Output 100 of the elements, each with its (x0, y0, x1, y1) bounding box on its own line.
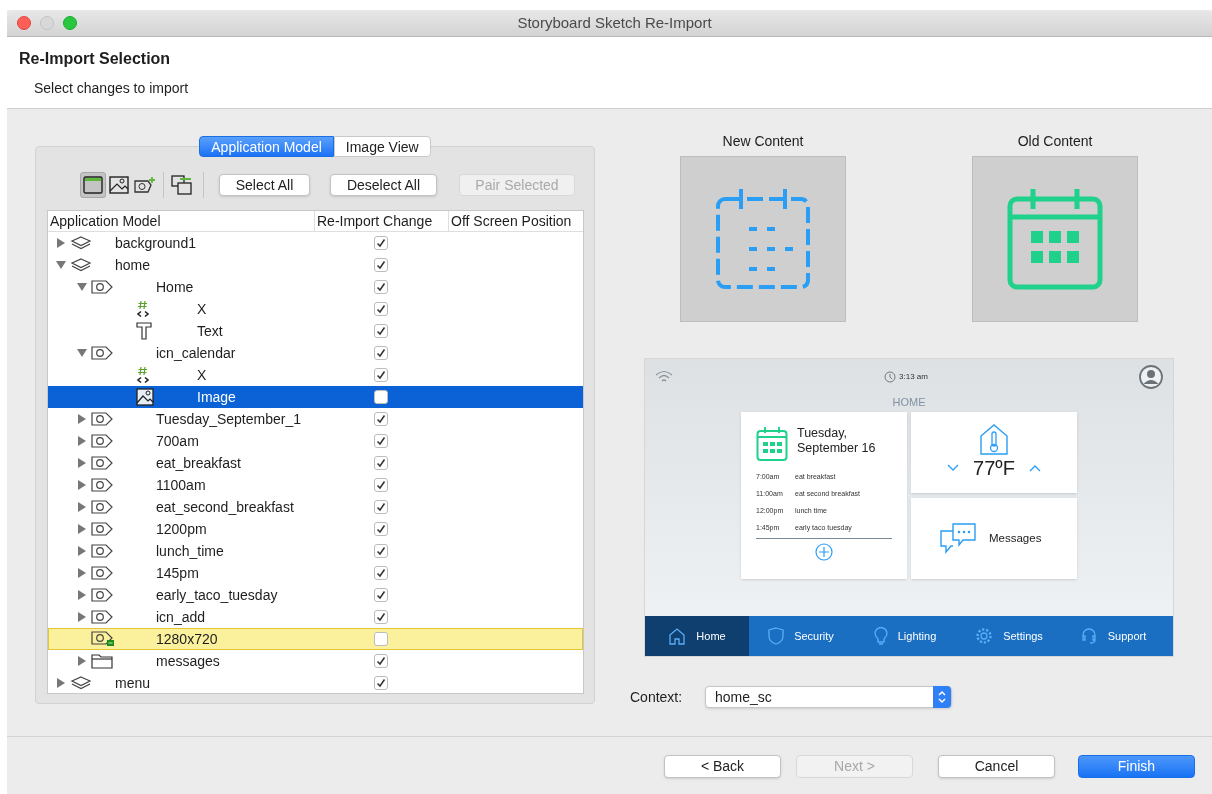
footer-button[interactable]: Cancel (938, 755, 1055, 778)
checkbox[interactable] (374, 346, 388, 360)
tree-item-label[interactable]: eat_breakfast (156, 452, 241, 474)
footer-button[interactable]: < Back (664, 755, 781, 778)
checkbox[interactable] (374, 258, 388, 272)
checkbox[interactable] (374, 654, 388, 668)
tree-item-label[interactable]: lunch_time (156, 540, 224, 562)
tree-row[interactable]: eat_second_breakfast (48, 496, 583, 518)
zoom-button[interactable] (63, 16, 77, 30)
context-dropdown[interactable]: home_sc (705, 686, 952, 708)
close-button[interactable] (17, 16, 31, 30)
nav-tab[interactable]: Support (1061, 616, 1165, 656)
tree-row[interactable]: eat_breakfast (48, 452, 583, 474)
checkbox[interactable] (374, 368, 388, 382)
collapsed-arrow-icon[interactable] (77, 656, 87, 666)
collapsed-arrow-icon[interactable] (77, 568, 87, 578)
tree-row[interactable]: background1 (48, 232, 583, 254)
checkbox[interactable] (374, 280, 388, 294)
nav-tab[interactable]: Security (749, 616, 853, 656)
nav-tab[interactable]: Settings (957, 616, 1061, 656)
tree-item-label[interactable]: background1 (115, 232, 196, 254)
tree-item-label[interactable]: 700am (156, 430, 199, 452)
checkbox[interactable] (374, 632, 388, 646)
checkbox[interactable] (374, 390, 388, 404)
expanded-arrow-icon[interactable] (77, 348, 87, 358)
tree-row[interactable]: lunch_time (48, 540, 583, 562)
tree-item-label[interactable]: icn_calendar (156, 342, 236, 364)
collapsed-arrow-icon[interactable] (77, 414, 87, 424)
checkbox[interactable] (374, 412, 388, 426)
tree-item-label[interactable]: menu (115, 672, 151, 694)
tree-item-label[interactable]: 1100am (156, 474, 206, 496)
checkbox[interactable] (374, 566, 388, 580)
collapsed-arrow-icon[interactable] (77, 612, 87, 622)
collapsed-arrow-icon[interactable] (77, 524, 87, 534)
toolbar-toggle[interactable] (169, 172, 195, 198)
tree-item-label[interactable]: 1200pm (156, 518, 207, 540)
tree-row[interactable]: icn_calendar (48, 342, 583, 364)
tree-row[interactable]: 145pm (48, 562, 583, 584)
collapsed-arrow-icon[interactable] (77, 480, 87, 490)
chevron-down-icon[interactable] (947, 464, 960, 472)
tree-item-label[interactable]: Home (156, 276, 194, 298)
footer-button[interactable]: Finish (1078, 755, 1195, 778)
tree-row[interactable]: 1200pm (48, 518, 583, 540)
checkbox[interactable] (374, 522, 388, 536)
tree-row[interactable]: Home (48, 276, 583, 298)
tree-item-label[interactable]: icn_add (156, 606, 206, 628)
tree-row[interactable]: X (48, 364, 583, 386)
view-tab[interactable]: Image View (333, 136, 431, 157)
collapsed-arrow-icon[interactable] (77, 590, 87, 600)
collapsed-arrow-icon[interactable] (77, 436, 87, 446)
tree-row[interactable]: menu (48, 672, 583, 694)
nav-tab[interactable]: Lighting (853, 616, 957, 656)
checkbox[interactable] (374, 610, 388, 624)
tree-item-label[interactable]: home (115, 254, 151, 276)
tree-row[interactable]: home (48, 254, 583, 276)
tree-row[interactable]: 1100am (48, 474, 583, 496)
checkbox[interactable] (374, 544, 388, 558)
expanded-arrow-icon[interactable] (77, 282, 87, 292)
tree-item-label[interactable]: 145pm (156, 562, 199, 584)
checkbox[interactable] (374, 236, 388, 250)
tree-row[interactable]: 1280x720 (48, 628, 583, 650)
checkbox[interactable] (374, 478, 388, 492)
collapsed-arrow-icon[interactable] (56, 678, 66, 688)
tree-row[interactable]: Tuesday_September_1 (48, 408, 583, 430)
collapsed-arrow-icon[interactable] (77, 458, 87, 468)
expanded-arrow-icon[interactable] (56, 260, 66, 270)
tree-row[interactable]: X (48, 298, 583, 320)
tree-row[interactable]: messages (48, 650, 583, 672)
checkbox[interactable] (374, 676, 388, 690)
checkbox[interactable] (374, 434, 388, 448)
column-header[interactable]: Application Model (50, 210, 161, 232)
tree-item-label[interactable]: Tuesday_September_1 (156, 408, 302, 430)
checkbox[interactable] (374, 302, 388, 316)
tree-item-label[interactable]: messages (156, 650, 220, 672)
tree-row[interactable]: Image (48, 386, 583, 408)
column-header[interactable]: Off Screen Position (451, 210, 572, 232)
tree-item-label[interactable]: eat_second_breakfast (156, 496, 294, 518)
chevron-up-icon[interactable] (1028, 464, 1041, 472)
collapsed-arrow-icon[interactable] (77, 546, 87, 556)
tree-item-label[interactable]: 1280x720 (156, 628, 218, 650)
tree-row[interactable]: Text (48, 320, 583, 342)
checkbox[interactable] (374, 500, 388, 514)
toolbar-button[interactable]: Deselect All (330, 174, 437, 196)
tree-item-label[interactable]: early_taco_tuesday (156, 584, 278, 606)
toolbar-button[interactable]: Select All (219, 174, 310, 196)
tree-row[interactable]: icn_add (48, 606, 583, 628)
checkbox[interactable] (374, 324, 388, 338)
tree-item-label[interactable]: Image (197, 386, 236, 408)
checkbox[interactable] (374, 456, 388, 470)
tree-item-label[interactable]: X (197, 364, 207, 386)
add-icon[interactable] (815, 543, 833, 561)
tree-item-label[interactable]: X (197, 298, 207, 320)
tree-item-label[interactable]: Text (197, 320, 223, 342)
collapsed-arrow-icon[interactable] (77, 502, 87, 512)
column-header[interactable]: Re-Import Change (317, 210, 433, 232)
toolbar-toggle[interactable] (80, 172, 106, 198)
collapsed-arrow-icon[interactable] (56, 238, 66, 248)
view-tab[interactable]: Application Model (199, 136, 334, 157)
checkbox[interactable] (374, 588, 388, 602)
nav-tab[interactable]: Home (645, 616, 749, 656)
